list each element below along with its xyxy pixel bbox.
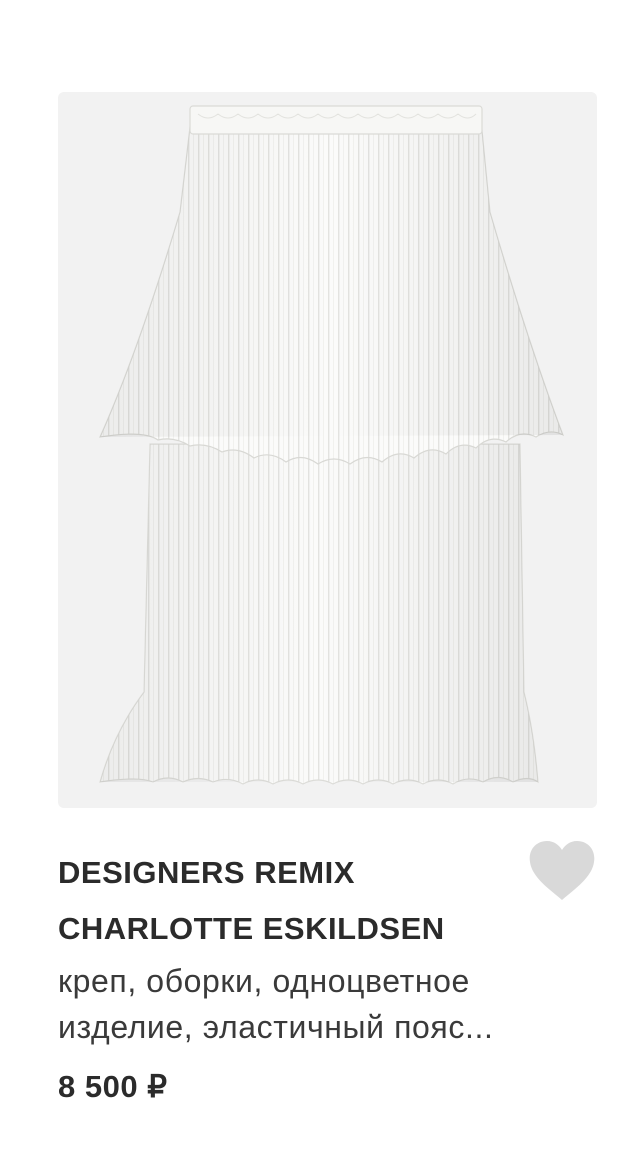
heart-icon (529, 841, 595, 900)
favorite-button[interactable] (526, 838, 598, 904)
product-image[interactable] (58, 92, 597, 808)
description-line-1: креп, оборки, одноцветное (58, 963, 470, 999)
product-description: креп, оборки, одноцветное изделие, эласт… (58, 958, 603, 1050)
skirt-illustration (99, 105, 565, 785)
product-brand[interactable]: DESIGNERS REMIX CHARLOTTE ESKILDSEN (58, 845, 518, 957)
brand-line-2: CHARLOTTE ESKILDSEN (58, 911, 445, 946)
product-card[interactable]: DESIGNERS REMIX CHARLOTTE ESKILDSEN креп… (0, 0, 641, 1165)
description-line-2: изделие, эластичный пояс... (58, 1009, 494, 1045)
skirt-waistband (189, 105, 483, 135)
brand-line-1: DESIGNERS REMIX (58, 855, 355, 890)
product-price: 8 500 ₽ (58, 1069, 168, 1104)
